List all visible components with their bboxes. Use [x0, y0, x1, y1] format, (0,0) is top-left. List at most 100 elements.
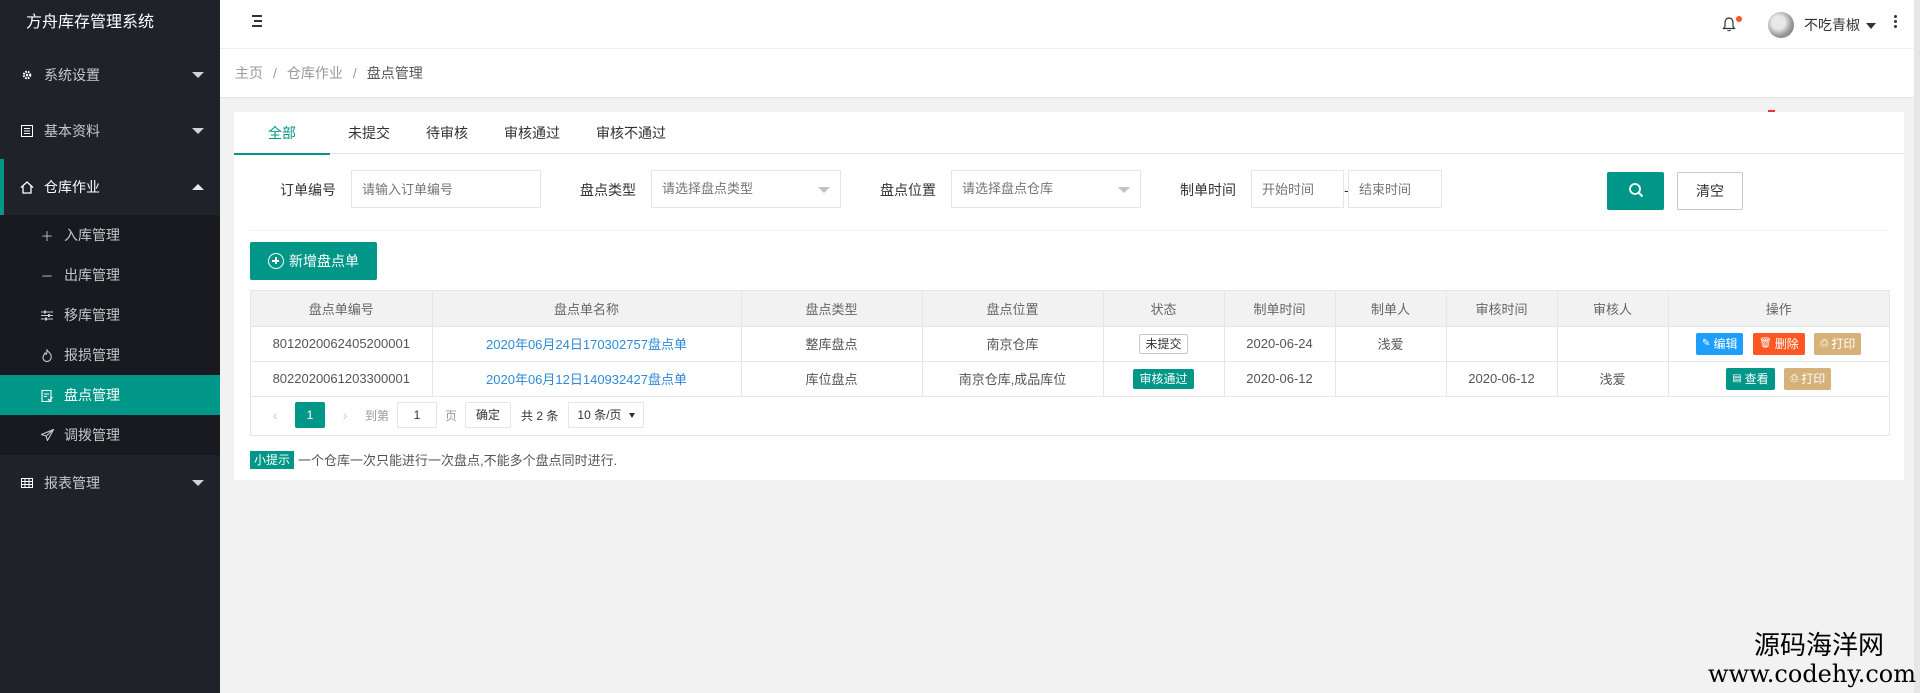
- sidebar-item-transfer-location[interactable]: 移库管理: [0, 295, 220, 335]
- sidebar-item-stocktake[interactable]: 盘点管理: [0, 375, 220, 415]
- tab-rejected[interactable]: 审核不通过: [578, 112, 684, 154]
- add-circle-icon: [268, 253, 284, 269]
- delete-button[interactable]: 🗑 删除: [1753, 332, 1805, 355]
- cell-location: 南京仓库: [922, 326, 1104, 362]
- sidebar-item-warehouse-ops[interactable]: 仓库作业: [0, 159, 220, 215]
- tab-all[interactable]: 全部: [234, 112, 330, 155]
- print-button[interactable]: ⎙ 打印: [1784, 367, 1832, 390]
- print-icon: ⎙: [1790, 373, 1799, 384]
- plus-icon: ＋: [40, 228, 54, 244]
- cell-audit-time: [1446, 326, 1558, 362]
- sidebar-item-allocation[interactable]: 调拨管理: [0, 415, 220, 455]
- cell-created: 2020-06-24: [1224, 326, 1336, 362]
- cell-type: 库位盘点: [741, 361, 923, 397]
- column-header: 盘点单编号: [251, 291, 433, 327]
- column-header: 盘点类型: [741, 291, 923, 327]
- breadcrumb-home[interactable]: 主页: [235, 63, 263, 83]
- column-header: 盘点位置: [922, 291, 1104, 327]
- cell-created: 2020-06-12: [1224, 361, 1336, 397]
- column-header: 状态: [1103, 291, 1225, 327]
- user-menu[interactable]: 不吃青椒: [1804, 15, 1876, 35]
- pencil-icon: ✎: [1702, 338, 1711, 349]
- sidebar-item-damage[interactable]: 报损管理: [0, 335, 220, 375]
- sidebar-item-system-settings[interactable]: 系统设置: [0, 47, 220, 103]
- sidebar-item-basic-data[interactable]: 基本资料: [0, 103, 220, 159]
- time-label: 制单时间: [1180, 182, 1236, 198]
- add-button-label: 新增盘点单: [289, 253, 359, 269]
- status-tabs: 全部 未提交 待审核 审核通过 审核不通过: [234, 112, 1904, 155]
- menu-toggle-icon[interactable]: [248, 15, 264, 29]
- breadcrumb-current: 盘点管理: [366, 65, 423, 81]
- goto-page-input[interactable]: [397, 402, 438, 428]
- order-no-label: 订单编号: [280, 182, 336, 198]
- add-stocktake-button[interactable]: 新增盘点单: [250, 242, 377, 280]
- print-button[interactable]: ⎙ 打印: [1814, 332, 1862, 355]
- stocktake-name-link[interactable]: 2020年06月24日170302757盘点单: [486, 337, 687, 352]
- table-header-row: 盘点单编号 盘点单名称 盘点类型 盘点位置 状态 制单时间 制单人 审核时间 审…: [251, 291, 1889, 327]
- total-count: 共 2 条: [521, 408, 559, 423]
- goto-label: 到第: [365, 408, 390, 423]
- cell-no: 8022020061203300001: [251, 361, 433, 397]
- edit-button[interactable]: ✎ 编辑: [1696, 332, 1744, 355]
- sidebar-item-label: 报损管理: [64, 347, 120, 363]
- cell-status: 未提交: [1103, 326, 1225, 362]
- print-label: 打印: [1801, 372, 1826, 386]
- search-button[interactable]: [1607, 172, 1664, 210]
- scrollbar[interactable]: [1914, 0, 1920, 693]
- column-header: 审核时间: [1446, 291, 1558, 327]
- breadcrumb-section[interactable]: 仓库作业: [287, 63, 343, 83]
- more-icon[interactable]: [1894, 15, 1898, 30]
- tip-badge: 小提示: [250, 450, 295, 469]
- tab-approved[interactable]: 审核通过: [486, 112, 578, 154]
- chevron-down-icon: [1866, 22, 1876, 29]
- type-select-placeholder: 请选择盘点类型: [662, 181, 754, 196]
- page-size-select[interactable]: 10 条/页: [568, 402, 645, 428]
- edit-label: 编辑: [1713, 337, 1738, 351]
- bell-icon[interactable]: [1722, 15, 1742, 33]
- page-unit: 页: [445, 408, 458, 423]
- chevron-down-icon: [1118, 187, 1130, 193]
- minus-icon: －: [40, 268, 54, 284]
- clear-button[interactable]: 清空: [1677, 172, 1743, 210]
- chevron-left-icon[interactable]: ‹: [263, 407, 287, 423]
- tab-unsubmitted[interactable]: 未提交: [330, 112, 408, 154]
- tab-pending[interactable]: 待审核: [408, 112, 486, 154]
- cell-actions: ▤ 查看 ⎙ 打印: [1668, 361, 1889, 397]
- sidebar-item-label: 基本资料: [44, 123, 100, 139]
- column-header: 审核人: [1557, 291, 1669, 327]
- sidebar-item-inbound[interactable]: ＋ 入库管理: [0, 215, 220, 255]
- breadcrumb-separator: /: [352, 65, 357, 81]
- table-row: 8012020062405200001 2020年06月24日170302757…: [251, 326, 1889, 362]
- watermark-line2: www.codehy.com: [1708, 660, 1916, 688]
- breadcrumb-separator: /: [273, 65, 277, 81]
- chevron-down-icon: [818, 187, 830, 193]
- goto-confirm-button[interactable]: 确定: [465, 402, 512, 428]
- view-button[interactable]: ▤ 查看: [1726, 367, 1775, 390]
- location-select-placeholder: 请选择盘点仓库: [962, 181, 1054, 196]
- page-current[interactable]: 1: [295, 402, 325, 428]
- sidebar-item-label: 仓库作业: [44, 179, 100, 195]
- sidebar-item-label: 入库管理: [64, 227, 120, 243]
- cell-creator: [1335, 361, 1447, 397]
- cell-audit-time: 2020-06-12: [1446, 361, 1558, 397]
- sidebar-item-label: 调拨管理: [64, 427, 120, 443]
- column-header: 操作: [1668, 291, 1889, 327]
- end-time-input[interactable]: [1348, 170, 1442, 208]
- sidebar-item-reports[interactable]: 报表管理: [0, 455, 220, 511]
- chevron-right-icon[interactable]: ›: [333, 407, 357, 423]
- cell-location: 南京仓库,成品库位: [922, 361, 1104, 397]
- sidebar-item-label: 系统设置: [44, 67, 100, 83]
- location-select[interactable]: 请选择盘点仓库: [951, 170, 1141, 208]
- cell-creator: 浅爱: [1335, 326, 1447, 362]
- document-icon: ▤: [1732, 373, 1742, 384]
- stocktake-name-link[interactable]: 2020年06月12日140932427盘点单: [486, 372, 687, 387]
- avatar[interactable]: [1768, 11, 1794, 38]
- sidebar-item-outbound[interactable]: － 出库管理: [0, 255, 220, 295]
- sidebar-item-label: 移库管理: [64, 307, 120, 323]
- notification-dot: [1736, 15, 1742, 22]
- start-time-input[interactable]: [1251, 170, 1344, 208]
- location-label: 盘点位置: [880, 182, 936, 198]
- cell-name: 2020年06月12日140932427盘点单: [432, 361, 742, 397]
- type-select[interactable]: 请选择盘点类型: [651, 170, 841, 208]
- order-no-input[interactable]: [351, 170, 541, 208]
